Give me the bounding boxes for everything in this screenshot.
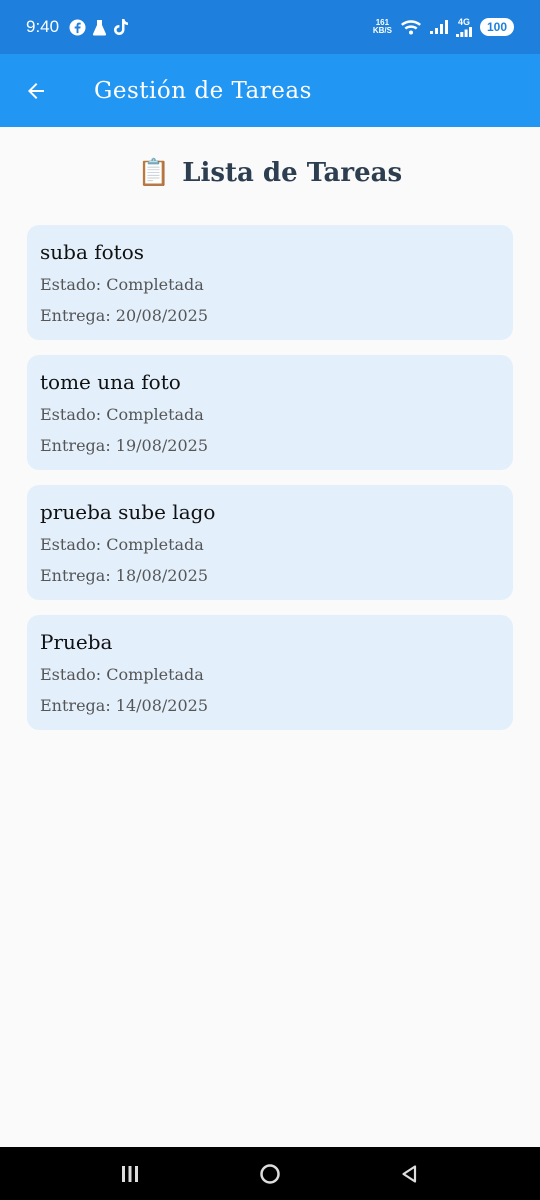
clipboard-icon: 📋 <box>137 158 171 188</box>
task-title: prueba sube lago <box>40 500 216 524</box>
page-heading: 📋 Lista de Tareas <box>0 152 540 194</box>
network-type: 4G <box>457 16 470 27</box>
task-card[interactable]: Prueba Estado: Completada Entrega: 14/08… <box>27 615 513 730</box>
home-button[interactable] <box>245 1149 295 1199</box>
triangle-back-icon <box>402 1164 417 1183</box>
signal-icon <box>429 20 448 34</box>
task-due-date: Entrega: 18/08/2025 <box>40 566 209 585</box>
tiktok-icon <box>113 18 129 36</box>
status-bar-left: 9:40 <box>26 17 129 37</box>
back-nav-button[interactable] <box>385 1149 435 1199</box>
recent-apps-button[interactable] <box>105 1149 155 1199</box>
system-nav-bar <box>0 1147 540 1200</box>
app-bar-title: Gestión de Tareas <box>94 77 312 104</box>
task-status: Estado: Completada <box>40 665 204 684</box>
network-speed-unit: KB/S <box>372 26 392 35</box>
arrow-left-icon <box>28 82 44 99</box>
status-bar-right: 161 KB/S 4G 100 <box>373 16 514 37</box>
wifi-icon <box>400 19 422 35</box>
task-title: suba fotos <box>40 240 145 264</box>
flask-icon <box>92 19 107 36</box>
task-card[interactable]: suba fotos Estado: Completada Entrega: 2… <box>27 225 513 340</box>
status-time: 9:40 <box>26 17 60 36</box>
task-title: Prueba <box>40 630 113 654</box>
battery-indicator: 100 <box>479 18 514 36</box>
app-bar: Gestión de Tareas <box>0 54 540 127</box>
facebook-icon <box>69 18 86 36</box>
task-card[interactable]: tome una foto Estado: Completada Entrega… <box>27 355 513 470</box>
task-card[interactable]: prueba sube lago Estado: Completada Entr… <box>27 485 513 600</box>
signal-4g-icon: 4G <box>455 16 472 37</box>
page-title: Lista de Tareas <box>182 158 403 188</box>
task-status: Estado: Completada <box>40 275 204 294</box>
network-speed: 161 KB/S <box>373 19 392 35</box>
task-status: Estado: Completada <box>40 535 204 554</box>
back-button[interactable] <box>0 54 72 127</box>
task-due-date: Entrega: 20/08/2025 <box>40 306 209 325</box>
recent-apps-icon <box>122 1165 138 1182</box>
status-bar: 9:40 161 KB/S 4G 100 <box>0 0 540 54</box>
task-list: suba fotos Estado: Completada Entrega: 2… <box>27 225 513 730</box>
task-status: Estado: Completada <box>40 405 204 424</box>
task-title: tome una foto <box>40 370 181 394</box>
task-due-date: Entrega: 19/08/2025 <box>40 436 209 455</box>
home-circle-icon <box>260 1163 280 1184</box>
task-due-date: Entrega: 14/08/2025 <box>40 696 209 715</box>
